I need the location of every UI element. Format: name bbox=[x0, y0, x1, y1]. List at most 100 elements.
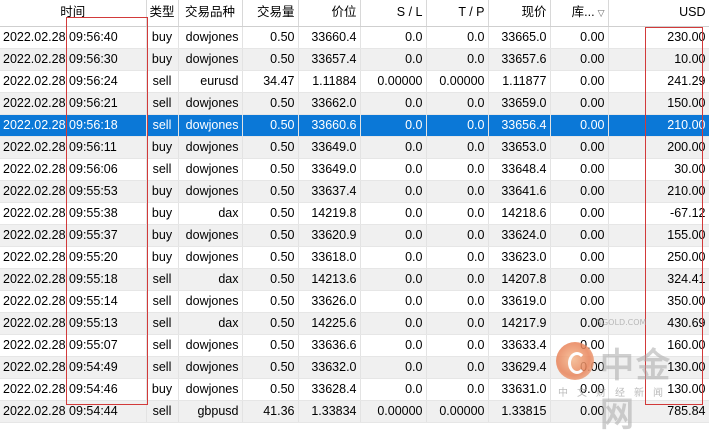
cell-tp: 0.0 bbox=[426, 356, 489, 379]
cell-current: 14217.9 bbox=[488, 312, 551, 335]
column-header-tp[interactable]: T / P bbox=[426, 0, 489, 27]
cell-tp: 0.0 bbox=[426, 202, 489, 225]
cell-profit: 210.00 bbox=[608, 114, 709, 137]
cell-date: 2022.02.28 bbox=[3, 403, 66, 418]
table-row[interactable]: 2022.02.28 09:56:18 sell dowjones 0.50 33660… bbox=[0, 114, 709, 137]
table-row[interactable]: 2022.02.28 09:55:38 buy dax 0.50 14219.8 0.0 0… bbox=[0, 202, 709, 225]
cell-date: 2022.02.28 bbox=[3, 161, 66, 176]
cell-volume: 34.47 bbox=[242, 70, 299, 93]
cell-type: sell bbox=[146, 290, 179, 313]
cell-profit: 250.00 bbox=[608, 246, 709, 269]
cell-sl: 0.0 bbox=[360, 334, 427, 357]
cell-sl: 0.0 bbox=[360, 48, 427, 71]
table-row[interactable]: 2022.02.28 09:56:11 buy dowjones 0.50 33649.… bbox=[0, 136, 709, 159]
column-header-symbol[interactable]: 交易品种 bbox=[178, 0, 243, 27]
cell-current: 33641.6 bbox=[488, 180, 551, 203]
table-row[interactable]: 2022.02.28 09:56:21 sell dowjones 0.50 33662… bbox=[0, 92, 709, 115]
table-row[interactable]: 2022.02.28 09:56:06 sell dowjones 0.50 33649… bbox=[0, 158, 709, 181]
column-header-label: 库... bbox=[571, 4, 595, 19]
column-header-profit[interactable]: USD bbox=[608, 0, 709, 27]
cell-swap: 0.00 bbox=[550, 202, 609, 225]
table-row[interactable]: 2022.02.28 09:56:30 buy dowjones 0.50 33657.… bbox=[0, 48, 709, 71]
column-header-swap[interactable]: 库... ▽ bbox=[550, 0, 609, 27]
cell-symbol: dax bbox=[178, 312, 243, 335]
cell-sl: 0.0 bbox=[360, 356, 427, 379]
cell-price: 33626.0 bbox=[298, 290, 361, 313]
cell-volume: 0.50 bbox=[242, 48, 299, 71]
cell-profit: 210.00 bbox=[608, 180, 709, 203]
positions-table: 时间 类型 交易品种 交易量 价位 S / L T / P 现价 库... ▽ U… bbox=[0, 0, 709, 423]
cell-date: 2022.02.28 bbox=[3, 359, 66, 374]
cell-current: 33631.0 bbox=[488, 378, 551, 401]
cell-sl: 0.0 bbox=[360, 158, 427, 181]
cell-sl: 0.0 bbox=[360, 378, 427, 401]
cell-profit: 155.00 bbox=[608, 224, 709, 247]
cell-profit: -67.12 bbox=[608, 202, 709, 225]
table-row[interactable]: 2022.02.28 09:54:49 sell dowjones 0.50 33632… bbox=[0, 356, 709, 379]
cell-time: 2022.02.28 09:56:24 bbox=[0, 70, 147, 93]
cell-type: sell bbox=[146, 400, 179, 423]
cell-sl: 0.0 bbox=[360, 290, 427, 313]
cell-swap: 0.00 bbox=[550, 378, 609, 401]
table-row[interactable]: 2022.02.28 09:55:37 buy dowjones 0.50 33620.… bbox=[0, 224, 709, 247]
cell-tp: 0.0 bbox=[426, 312, 489, 335]
cell-volume: 0.50 bbox=[242, 334, 299, 357]
cell-current: 33633.4 bbox=[488, 334, 551, 357]
table-row[interactable]: 2022.02.28 09:55:53 buy dowjones 0.50 33637.… bbox=[0, 180, 709, 203]
cell-sl: 0.0 bbox=[360, 180, 427, 203]
cell-type: buy bbox=[146, 202, 179, 225]
column-header-current[interactable]: 现价 bbox=[488, 0, 551, 27]
cell-sl: 0.0 bbox=[360, 202, 427, 225]
cell-symbol: gbpusd bbox=[178, 400, 243, 423]
cell-swap: 0.00 bbox=[550, 356, 609, 379]
table-row[interactable]: 2022.02.28 09:54:46 buy dowjones 0.50 33628.… bbox=[0, 378, 709, 401]
cell-profit: 430.69 bbox=[608, 312, 709, 335]
cell-symbol: dax bbox=[178, 268, 243, 291]
cell-price: 33657.4 bbox=[298, 48, 361, 71]
cell-time: 2022.02.28 09:55:13 bbox=[0, 312, 147, 335]
cell-symbol: dowjones bbox=[178, 92, 243, 115]
cell-price: 14213.6 bbox=[298, 268, 361, 291]
column-header-label: 类型 bbox=[149, 5, 175, 20]
cell-date: 2022.02.28 bbox=[3, 117, 66, 132]
cell-price: 33620.9 bbox=[298, 224, 361, 247]
cell-sl: 0.0 bbox=[360, 114, 427, 137]
cell-profit: 350.00 bbox=[608, 290, 709, 313]
column-header-sl[interactable]: S / L bbox=[360, 0, 427, 27]
cell-tp: 0.00000 bbox=[426, 400, 489, 423]
cell-clock: 09:56:40 bbox=[69, 29, 118, 44]
column-header-volume[interactable]: 交易量 bbox=[242, 0, 299, 27]
cell-time: 2022.02.28 09:56:18 bbox=[0, 114, 147, 137]
table-row[interactable]: 2022.02.28 09:55:07 sell dowjones 0.50 33636… bbox=[0, 334, 709, 357]
table-row[interactable]: 2022.02.28 09:55:13 sell dax 0.50 14225.6 0.0… bbox=[0, 312, 709, 335]
cell-profit: 230.00 bbox=[608, 26, 709, 49]
cell-date: 2022.02.28 bbox=[3, 73, 66, 88]
table-row[interactable]: 2022.02.28 09:56:24 sell eurusd 34.47 1.1188… bbox=[0, 70, 709, 93]
cell-type: sell bbox=[146, 268, 179, 291]
column-header-label: 交易量 bbox=[256, 5, 295, 20]
cell-volume: 0.50 bbox=[242, 268, 299, 291]
cell-type: buy bbox=[146, 224, 179, 247]
sort-down-icon: ▽ bbox=[597, 7, 605, 18]
column-header-price[interactable]: 价位 bbox=[298, 0, 361, 27]
column-header-time[interactable]: 时间 bbox=[0, 0, 147, 27]
column-header-type[interactable]: 类型 bbox=[146, 0, 179, 27]
table-row[interactable]: 2022.02.28 09:55:14 sell dowjones 0.50 33626… bbox=[0, 290, 709, 313]
cell-time: 2022.02.28 09:56:21 bbox=[0, 92, 147, 115]
table-row[interactable]: 2022.02.28 09:55:20 buy dowjones 0.50 33618.… bbox=[0, 246, 709, 269]
cell-type: buy bbox=[146, 136, 179, 159]
cell-swap: 0.00 bbox=[550, 290, 609, 313]
column-header-label: 现价 bbox=[521, 5, 547, 20]
cell-swap: 0.00 bbox=[550, 312, 609, 335]
cell-clock: 09:56:06 bbox=[69, 161, 118, 176]
table-row[interactable]: 2022.02.28 09:56:40 buy dowjones 0.50 33660.… bbox=[0, 26, 709, 49]
cell-current: 33648.4 bbox=[488, 158, 551, 181]
table-row[interactable]: 2022.02.28 09:55:18 sell dax 0.50 14213.6 0.0… bbox=[0, 268, 709, 291]
cell-price: 14225.6 bbox=[298, 312, 361, 335]
cell-current: 14218.6 bbox=[488, 202, 551, 225]
cell-type: sell bbox=[146, 114, 179, 137]
table-row[interactable]: 2022.02.28 09:54:44 sell gbpusd 41.36 1.3383… bbox=[0, 400, 709, 423]
cell-time: 2022.02.28 09:54:46 bbox=[0, 378, 147, 401]
cell-type: sell bbox=[146, 70, 179, 93]
cell-current: 33653.0 bbox=[488, 136, 551, 159]
